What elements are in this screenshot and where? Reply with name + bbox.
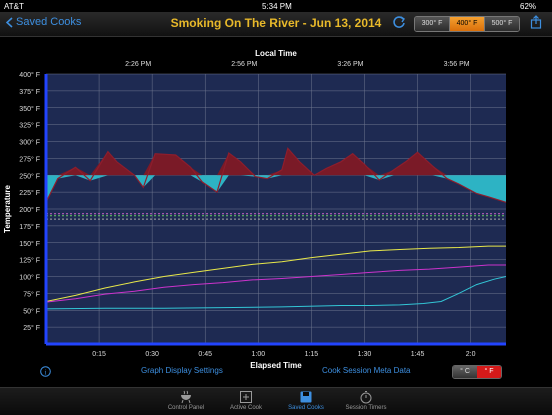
x-tick-label: 1:30 (358, 351, 372, 358)
celsius-button[interactable]: ° C (453, 366, 477, 378)
y-tick-label: 300° F (19, 139, 40, 147)
share-icon[interactable] (530, 15, 542, 29)
grill-icon (181, 390, 191, 404)
battery-label: 62% (520, 2, 537, 11)
y-tick-label: 150° F (19, 240, 40, 248)
chart-svg: 25° F 50° F 75° F 100° F 125° F 150° F 175° F 2… (3, 49, 507, 370)
y-tick-label: 225° F (19, 189, 40, 197)
y-tick-label: 175° F (19, 223, 40, 231)
top-tick-label: 3:26 PM (337, 61, 363, 68)
unit-toggle: ° C ° F (452, 365, 502, 379)
tab-session-timers[interactable]: Session Timers (336, 390, 396, 411)
navigation-bar: Saved Cooks Smoking On The River - Jun 1… (0, 12, 552, 37)
y-tick-label: 375° F (19, 88, 40, 96)
tab-label: Active Cook (229, 405, 262, 411)
top-tick-label: 3:56 PM (444, 61, 470, 68)
back-button[interactable]: Saved Cooks (6, 16, 81, 28)
range-300-button[interactable]: 300° F (415, 17, 450, 31)
tab-saved-cooks[interactable]: Saved Cooks (276, 390, 336, 411)
range-400-button[interactable]: 400° F (450, 17, 485, 31)
y-tick-label: 125° F (19, 257, 40, 265)
y-tick-label: 200° F (19, 206, 40, 214)
y-tick-label: 275° F (19, 155, 40, 163)
refresh-icon[interactable] (392, 15, 406, 29)
clock-label: 5:34 PM (262, 2, 292, 11)
tab-label: Control Panel (167, 405, 205, 411)
chart-title: Local Time (255, 49, 297, 58)
plus-icon (240, 391, 252, 403)
x-tick-label: 1:00 (251, 351, 265, 358)
tab-label: Saved Cooks (288, 405, 324, 411)
floppy-icon (300, 391, 312, 403)
top-tick-label: 2:26 PM (125, 61, 151, 68)
info-icon[interactable]: i (40, 366, 51, 377)
x-tick-label: 1:15 (305, 351, 319, 358)
x-tick-label: 2:0 (466, 351, 476, 358)
y-tick-label: 75° F (23, 290, 40, 298)
temperature-chart: 25° F 50° F 75° F 100° F 125° F 150° F 175° F 2… (0, 40, 552, 380)
x-axis-title: Elapsed Time (250, 361, 302, 370)
y-tick-label: 25° F (23, 324, 40, 332)
y-tick-label: 100° F (19, 274, 40, 282)
y-tick-label: 350° F (19, 105, 40, 113)
graph-display-settings-link[interactable]: Graph Display Settings (141, 366, 223, 375)
y-tick-label: 250° F (19, 172, 40, 180)
top-tick-label: 2:56 PM (231, 61, 257, 68)
y-tick-label: 50° F (23, 307, 40, 315)
tab-control-panel[interactable]: Control Panel (156, 390, 216, 411)
y-axis-title: Temperature (3, 185, 12, 233)
carrier-label: AT&T (4, 2, 24, 11)
stopwatch-icon (360, 391, 372, 404)
y-tick-label: 400° F (19, 71, 40, 79)
chevron-left-icon (6, 16, 13, 28)
temp-range-selector: 300° F 400° F 500° F (414, 16, 520, 32)
x-tick-label: 0:15 (92, 351, 106, 358)
tab-bar: Control Panel Active Cook Saved Cooks Se… (0, 387, 552, 415)
x-tick-label: 0:45 (198, 351, 212, 358)
status-bar: AT&T 5:34 PM 62% (0, 0, 552, 12)
fahrenheit-button[interactable]: ° F (477, 366, 501, 378)
tab-active-cook[interactable]: Active Cook (216, 390, 276, 411)
cook-session-meta-link[interactable]: Cook Session Meta Data (322, 366, 411, 375)
y-tick-label: 325° F (19, 122, 40, 130)
x-tick-label: 0:30 (145, 351, 159, 358)
x-tick-label: 1:45 (411, 351, 425, 358)
svg-text:i: i (45, 368, 47, 376)
back-button-label: Saved Cooks (16, 16, 82, 28)
tab-label: Session Timers (345, 405, 387, 411)
range-500-button[interactable]: 500° F (485, 17, 519, 31)
